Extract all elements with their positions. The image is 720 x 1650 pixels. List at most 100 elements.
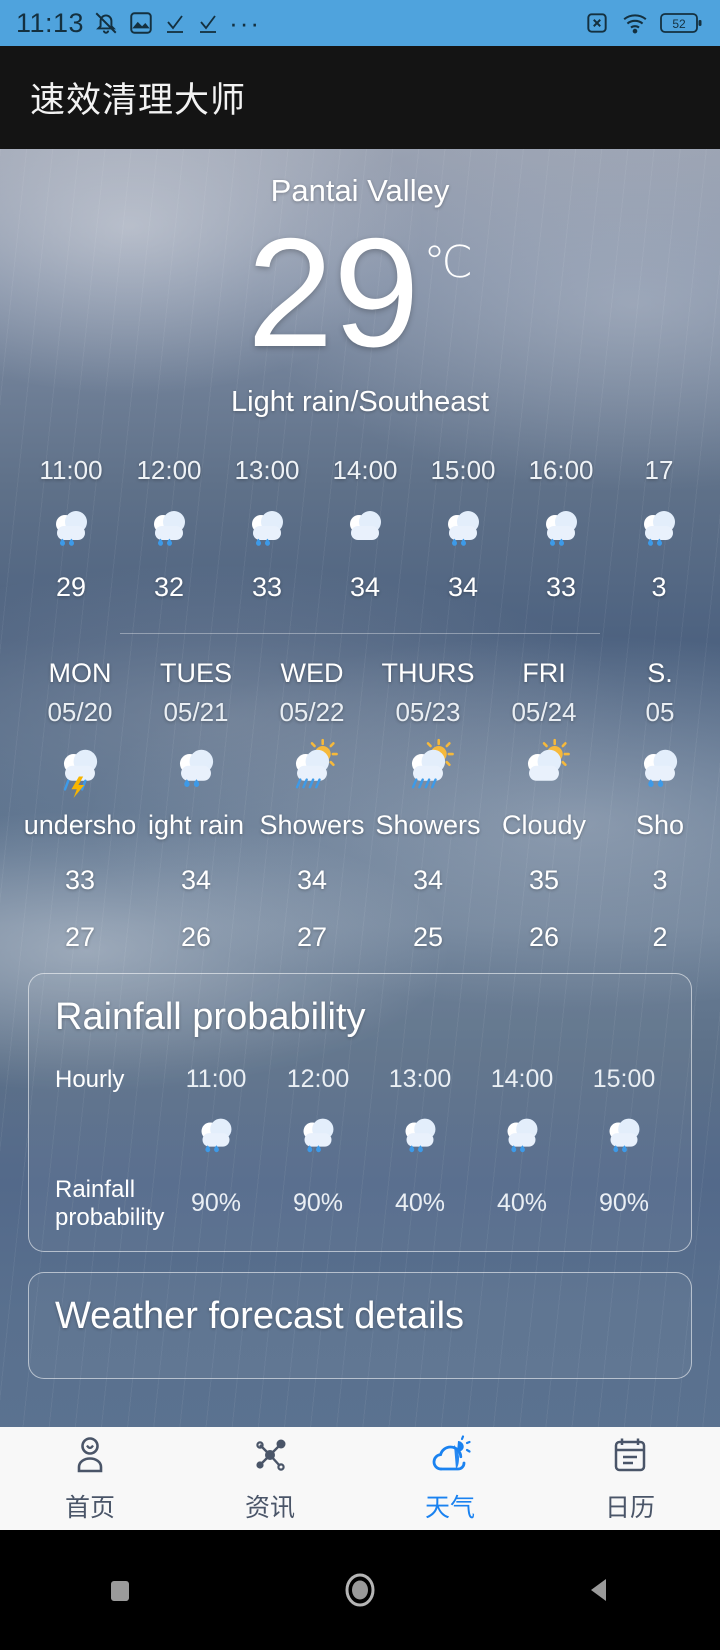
- daily-date: 05: [645, 697, 675, 727]
- nav-item-home[interactable]: 首页: [0, 1433, 180, 1524]
- rainfall-probability-label: Rainfall probability: [55, 1176, 165, 1231]
- rainfall-hourly-row: Hourly 11:00 12:00 13:00 14:00 15:00: [45, 1065, 675, 1094]
- daily-forecast-item[interactable]: FRI 05/24 Cloudy 35 26: [486, 658, 602, 953]
- daily-weekday: THURS: [381, 658, 475, 688]
- hourly-time: 15:00: [430, 455, 496, 485]
- daily-high-temperature: 34: [180, 865, 212, 895]
- daily-date: 05/24: [511, 697, 577, 727]
- hourly-time: 12:00: [136, 455, 202, 485]
- nav-item-calendar[interactable]: 日历: [540, 1433, 720, 1524]
- status-bar: 11:13 ··· 52: [0, 0, 720, 46]
- daily-date: 05/22: [279, 697, 345, 727]
- rainfall-probability-row: Rainfall probability 90% 90% 40% 40% 90%: [45, 1176, 675, 1231]
- wifi-icon: [623, 14, 647, 34]
- daily-forecast-item[interactable]: WED 05/22 Showers 34 27: [254, 658, 370, 953]
- rain-cloud-icon: [165, 1108, 267, 1164]
- details-card-title: Weather forecast details: [55, 1295, 465, 1338]
- rainfall-probability-value: 90%: [190, 1189, 242, 1218]
- mute-icon: [95, 12, 117, 34]
- daily-high-temperature: 33: [64, 865, 96, 895]
- hourly-temperature: 33: [251, 572, 283, 602]
- rain-cloud-icon: [369, 1108, 471, 1164]
- hourly-forecast-item[interactable]: 12:00 32: [120, 455, 218, 603]
- temperature-unit: ℃: [423, 238, 473, 287]
- hourly-temperature: 29: [55, 572, 87, 602]
- hourly-forecast-item[interactable]: 13:00 33: [218, 455, 316, 603]
- daily-high-temperature: 35: [528, 865, 560, 895]
- more-dots-icon: ···: [229, 8, 262, 38]
- sun-shower-icon: [370, 736, 486, 802]
- hourly-temperature: 34: [349, 572, 381, 602]
- app-title: 速效清理大师: [30, 81, 247, 120]
- bottom-navigation-bar: 首页 资讯 天气 日历: [0, 1427, 720, 1530]
- image-icon: [130, 12, 152, 34]
- rainfall-grid: Hourly 11:00 12:00 13:00 14:00 15:00 Rai…: [45, 1065, 675, 1231]
- hourly-forecast-strip[interactable]: 11:00 29 12:00 32 13:00 33 14:00 34 15:0…: [0, 455, 720, 603]
- weather-panel: Pantai Valley 29 ℃ Light rain/Southeast …: [0, 149, 720, 1443]
- recents-square-icon[interactable]: [60, 1572, 180, 1608]
- rain-cloud-icon: [414, 498, 512, 560]
- rainfall-probability-value: 40%: [496, 1189, 548, 1218]
- daily-high-temperature: 34: [296, 865, 328, 895]
- sun-shower-icon: [254, 736, 370, 802]
- home-circle-icon[interactable]: [300, 1568, 420, 1612]
- rainfall-icons: [165, 1108, 675, 1164]
- weather-forecast-details-card[interactable]: Weather forecast details: [28, 1272, 692, 1380]
- daily-forecast-item[interactable]: S. 05 Sho 3 2: [602, 658, 718, 953]
- daily-forecast-item[interactable]: THURS 05/23 Showers 34 25: [370, 658, 486, 953]
- hourly-forecast-item[interactable]: 16:00 33: [512, 455, 610, 603]
- back-triangle-icon[interactable]: [540, 1572, 660, 1608]
- battery-icon: 52: [660, 13, 702, 33]
- nav-item-news[interactable]: 资讯: [180, 1433, 360, 1524]
- daily-date: 05/23: [395, 697, 461, 727]
- hourly-forecast-item[interactable]: 15:00 34: [414, 455, 512, 603]
- daily-forecast-item[interactable]: MON 05/20 undersho 33 27: [22, 658, 138, 953]
- daily-low-temperature: 27: [64, 922, 96, 952]
- daily-condition: Showers: [375, 810, 481, 840]
- rain-cloud-icon: [120, 498, 218, 560]
- daily-low-temperature: 27: [296, 922, 328, 952]
- hourly-forecast-item[interactable]: 14:00 34: [316, 455, 414, 603]
- hourly-time: 14:00: [332, 455, 398, 485]
- rainfall-time: 11:00: [185, 1065, 247, 1093]
- app-title-bar: 速效清理大师: [0, 46, 720, 149]
- rain-cloud-icon: [138, 736, 254, 802]
- rain-cloud-icon: [218, 498, 316, 560]
- daily-condition: Sho: [635, 810, 685, 840]
- rainfall-time: 13:00: [388, 1065, 452, 1093]
- hourly-forecast-item[interactable]: 11:00 29: [22, 455, 120, 603]
- daily-forecast-item[interactable]: TUES 05/21 ight rain 34 26: [138, 658, 254, 953]
- current-temperature: 29: [247, 206, 420, 379]
- rainfall-values: 90% 90% 40% 40% 90%: [165, 1189, 675, 1218]
- weather-icon: [428, 1433, 472, 1482]
- section-divider: [120, 633, 600, 634]
- daily-weekday: S.: [647, 658, 673, 688]
- check-icon: [200, 15, 217, 33]
- daily-low-temperature: 26: [528, 922, 560, 952]
- daily-low-temperature: 26: [180, 922, 212, 952]
- current-condition: Light rain/Southeast: [231, 386, 489, 418]
- rainfall-time: 14:00: [490, 1065, 554, 1093]
- daily-forecast-strip[interactable]: MON 05/20 undersho 33 27 TUES 05/21 ight …: [0, 658, 720, 953]
- rain-cloud-icon: [610, 498, 708, 560]
- daily-condition: Cloudy: [501, 810, 587, 840]
- rain-cloud-icon: [602, 736, 718, 802]
- daily-low-temperature: 2: [652, 922, 668, 952]
- rainfall-probability-value: 90%: [292, 1189, 344, 1218]
- network-icon: [248, 1433, 292, 1482]
- cloud-icon: [316, 498, 414, 560]
- status-bar-clock: 11:13: [16, 7, 85, 38]
- daily-weekday: WED: [280, 658, 344, 688]
- rainfall-times: 11:00 12:00 13:00 14:00 15:00: [165, 1065, 675, 1094]
- nav-item-label: 首页: [64, 1494, 115, 1522]
- city-name: Pantai Valley: [270, 173, 450, 208]
- hourly-time: 13:00: [234, 455, 300, 485]
- daily-date: 05/20: [47, 697, 113, 727]
- rainfall-time: 15:00: [592, 1065, 656, 1093]
- nav-item-weather[interactable]: 天气: [360, 1433, 540, 1524]
- nav-item-label: 天气: [424, 1494, 475, 1522]
- daily-condition: undersho: [23, 810, 137, 840]
- status-bar-left: 11:13 ···: [16, 8, 584, 39]
- hourly-forecast-item[interactable]: 17 3: [610, 455, 708, 603]
- daily-low-temperature: 25: [412, 922, 444, 952]
